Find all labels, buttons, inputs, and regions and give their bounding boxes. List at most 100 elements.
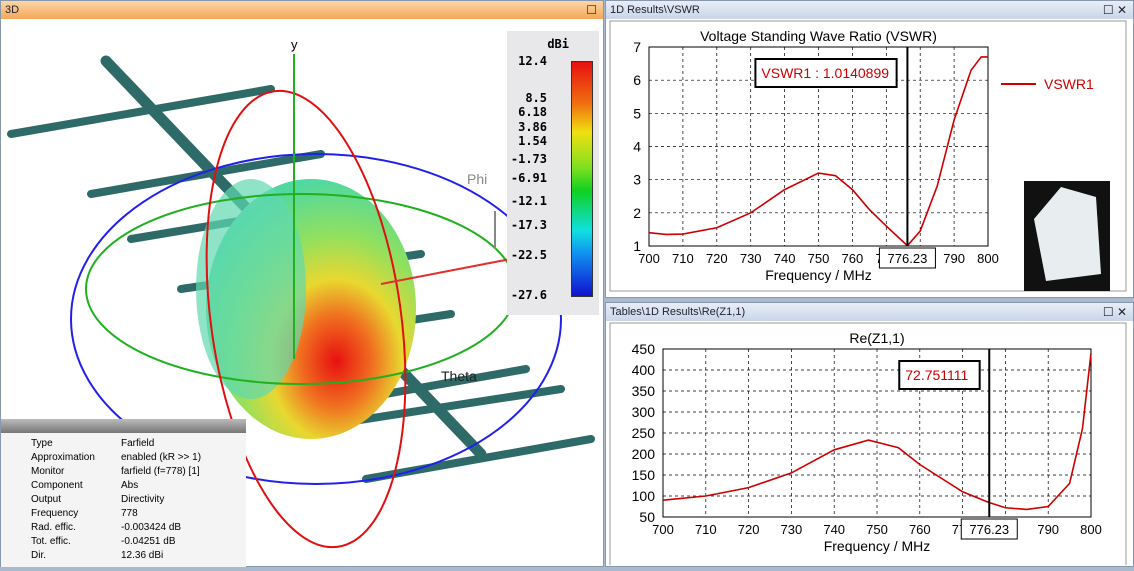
x-tick-label: 750	[866, 522, 888, 537]
y-tick-label: 2	[633, 205, 641, 221]
window-title: 1D Results\VSWR	[610, 4, 700, 16]
info-value: -0.003424 dB	[121, 522, 182, 533]
x-tick-label: 740	[774, 251, 796, 266]
back-lobe	[196, 179, 306, 399]
x-tick-label: 700	[652, 522, 674, 537]
colorbar-tick-label: 1.54	[518, 133, 547, 148]
y-tick-label: 350	[632, 383, 656, 399]
y-tick-label: 150	[632, 467, 656, 483]
colorbar-tick-label: -6.91	[510, 171, 547, 185]
y-tick-label: 4	[633, 139, 641, 155]
info-key: Tot. effic.	[31, 536, 71, 547]
info-key: Approximation	[31, 452, 95, 463]
info-key: Type	[31, 438, 53, 449]
x-tick-label: 720	[706, 251, 728, 266]
marker-x-label: 776.23	[969, 522, 1009, 537]
x-tick-label: 730	[740, 251, 762, 266]
y-tick-label: 200	[632, 446, 656, 462]
y-tick-label: 6	[633, 72, 641, 88]
info-key: Dir.	[31, 550, 46, 561]
info-row: Type Farfield	[1, 437, 246, 451]
x-tick-label: 710	[695, 522, 717, 537]
y-tick-label: 7	[633, 39, 641, 55]
info-value: Farfield	[121, 438, 155, 449]
farfield-info-panel: Type Farfield Approximation enabled (kR >> …	[1, 419, 246, 567]
info-value: Abs	[121, 480, 139, 491]
colorbar-gradient	[571, 61, 593, 297]
maximize-button[interactable]: ☐	[586, 1, 597, 19]
info-row: Monitor farfield (f=778) [1]	[1, 465, 246, 479]
colorbar-tick-label: -17.3	[510, 217, 547, 232]
info-row: Dir. 12.36 dBi	[1, 549, 246, 563]
x-tick-label: 730	[781, 522, 803, 537]
info-key: Rad. effic.	[31, 522, 76, 533]
theta-label: Theta	[441, 368, 477, 384]
re-z-titlebar[interactable]: Tables\1D Results\Re(Z1,1) ☐ ✕	[606, 303, 1133, 321]
maximize-button[interactable]: ☐	[1103, 305, 1114, 319]
x-tick-label: 760	[909, 522, 931, 537]
x-tick-label: 740	[823, 522, 845, 537]
y-axis-label: y	[291, 37, 298, 52]
info-value: -0.04251 dB	[121, 536, 176, 547]
y-tick-label: 50	[639, 509, 655, 525]
info-row: Frequency 778	[1, 507, 246, 521]
close-button[interactable]: ✕	[1117, 305, 1127, 319]
info-key: Output	[31, 494, 62, 505]
phi-label: Phi	[467, 171, 488, 187]
info-key: Component	[31, 480, 83, 491]
marker-value: VSWR1 : 1.0140899	[761, 65, 889, 81]
info-value: 778	[121, 508, 138, 519]
legend-label[interactable]: VSWR1	[1044, 76, 1094, 92]
y-tick-label: 400	[632, 362, 656, 378]
3d-view-window[interactable]: 3D ☐ y Theta Phi dBi 12.4 8.5 6.18 3.86 1.54 -…	[0, 0, 604, 567]
window-title: 3D	[5, 4, 20, 16]
vswr-titlebar[interactable]: 1D Results\VSWR ☐ ✕	[606, 1, 1133, 19]
info-key: Frequency	[31, 508, 79, 519]
colorbar-tick-label: 12.4	[518, 54, 547, 68]
info-value: enabled (kR >> 1)	[121, 452, 202, 463]
colorbar-unit: dBi	[547, 37, 569, 51]
x-tick-label: 760	[842, 251, 864, 266]
info-row: Output Directivity	[1, 493, 246, 507]
colorbar-tick-label: 8.5	[525, 91, 547, 106]
y-tick-label: 3	[633, 172, 641, 188]
y-tick-label: 250	[632, 425, 656, 441]
y-tick-label: 1	[633, 238, 641, 254]
re-z-window[interactable]: Tables\1D Results\Re(Z1,1) ☐ ✕ Re(Z1,1) 70…	[605, 302, 1134, 571]
vswr-chart[interactable]: Voltage Standing Wave Ratio (VSWR) 700 710…	[606, 19, 1133, 296]
info-key: Monitor	[31, 466, 65, 477]
info-row: Approximation enabled (kR >> 1)	[1, 451, 246, 465]
y-tick-label: 100	[632, 488, 656, 504]
colorbar-tick-label: -27.6	[510, 288, 547, 302]
colorbar-tick-label: -22.5	[510, 248, 547, 263]
x-tick-label: 700	[638, 251, 660, 266]
colorbar-tick-label: 3.86	[518, 119, 547, 134]
colorbar-tick-label: 6.18	[518, 105, 547, 120]
x-axis-label: Frequency / MHz	[765, 267, 872, 283]
colorbar-tick-label: -12.1	[510, 194, 547, 209]
info-row: Rad. effic. -0.003424 dB	[1, 521, 246, 535]
chart-title: Voltage Standing Wave Ratio (VSWR)	[700, 28, 937, 44]
x-tick-label: 710	[672, 251, 694, 266]
colorbar-tick-label: -1.73	[510, 152, 547, 167]
x-tick-label: 790	[1037, 522, 1059, 537]
colorbar: dBi 12.4 8.5 6.18 3.86 1.54 -1.73 -6.91 -12.1 -1…	[507, 31, 599, 315]
marker-x-label: 776.23	[888, 251, 928, 266]
x-tick-label: 720	[738, 522, 760, 537]
info-row: Component Abs	[1, 479, 246, 493]
maximize-button[interactable]: ☐	[1103, 3, 1114, 17]
y-tick-label: 300	[632, 404, 656, 420]
info-value: farfield (f=778) [1]	[121, 466, 200, 477]
info-value: Directivity	[121, 494, 165, 505]
3d-window-titlebar[interactable]: 3D ☐	[1, 1, 603, 19]
x-tick-label: 800	[977, 251, 999, 266]
y-tick-label: 5	[633, 105, 641, 121]
close-button[interactable]: ✕	[1117, 3, 1127, 17]
chart-title: Re(Z1,1)	[849, 330, 904, 346]
vswr-window[interactable]: 1D Results\VSWR ☐ ✕ Voltage Standing Wave…	[605, 0, 1134, 298]
y-tick-label: 450	[632, 341, 656, 357]
x-axis-label: Frequency / MHz	[824, 538, 931, 554]
re-z-chart[interactable]: Re(Z1,1)70071072073074075076077078079080…	[606, 321, 1133, 571]
info-row: Tot. effic. -0.04251 dB	[1, 535, 246, 549]
info-value: 12.36 dBi	[121, 550, 164, 561]
